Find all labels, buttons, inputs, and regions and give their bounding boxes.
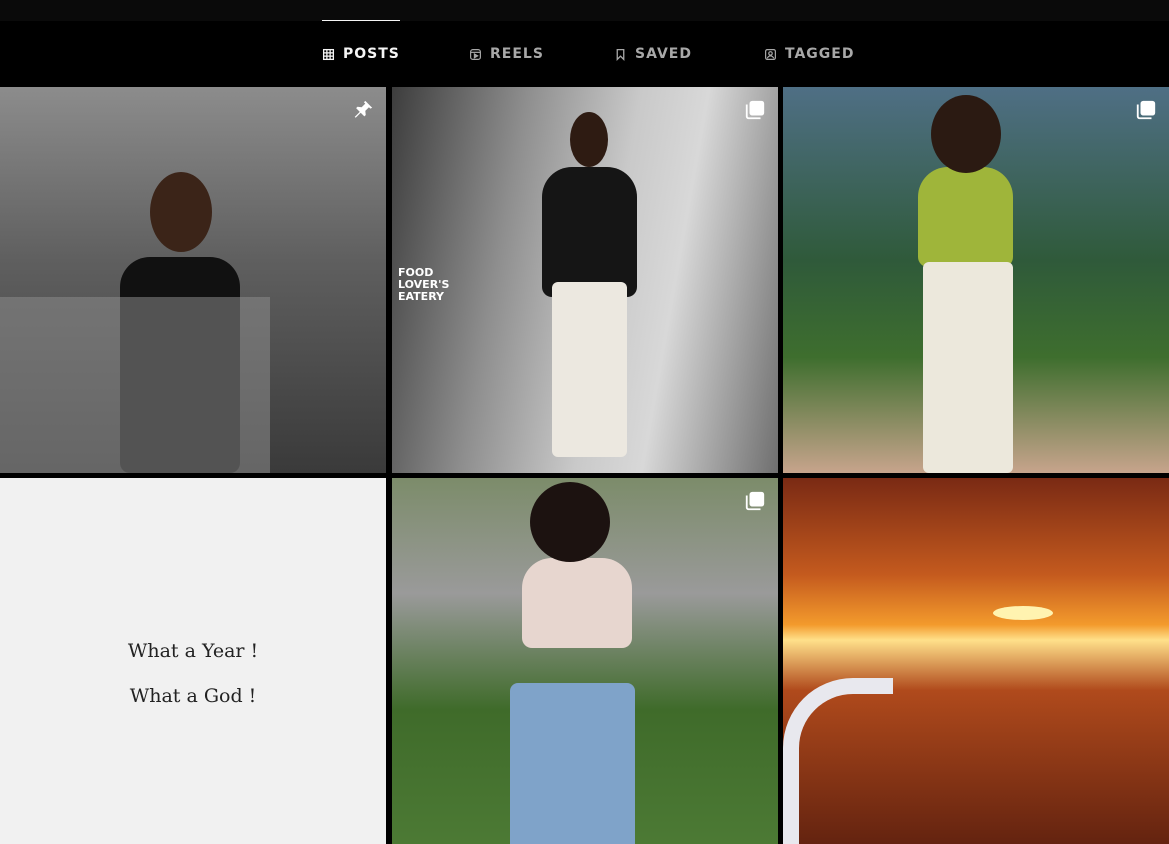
post-tile[interactable]	[392, 478, 778, 844]
photo-subject-head	[150, 172, 212, 252]
tab-saved-label: SAVED	[635, 46, 692, 62]
photo-sun	[993, 606, 1053, 620]
post-tile[interactable]	[783, 478, 1169, 844]
bookmark-icon	[614, 48, 627, 61]
reels-icon	[469, 48, 482, 61]
tab-posts-label: POSTS	[343, 46, 400, 62]
pin-icon	[352, 99, 374, 121]
grid-icon	[322, 48, 335, 61]
posts-grid: FOOD LOVER'S EATERY What a Year ! What a…	[0, 87, 1169, 844]
tab-reels[interactable]: REELS	[469, 21, 544, 87]
carousel-icon	[1135, 99, 1157, 121]
tab-tagged[interactable]: TAGGED	[764, 21, 854, 87]
tab-saved[interactable]: SAVED	[614, 21, 692, 87]
photo-sofa	[0, 297, 270, 473]
post-tile[interactable]	[0, 87, 386, 473]
quote-line: What a Year !	[127, 640, 259, 662]
post-tile[interactable]	[783, 87, 1169, 473]
carousel-icon	[744, 99, 766, 121]
storefront-sign: FOOD LOVER'S EATERY	[398, 266, 450, 303]
profile-tabs: POSTS REELS SAVED TAGGED	[0, 20, 1169, 87]
profile-header-edge	[0, 0, 1169, 22]
tab-posts[interactable]: POSTS	[322, 20, 400, 87]
post-tile[interactable]: FOOD LOVER'S EATERY	[392, 87, 778, 473]
photo-subject-head	[530, 482, 610, 562]
photo-railing	[783, 678, 893, 844]
photo-subject-head	[931, 95, 1001, 173]
photo-subject-jacket	[542, 167, 637, 297]
tab-tagged-label: TAGGED	[785, 46, 855, 62]
quote-line: What a God !	[129, 685, 257, 707]
tagged-user-icon	[764, 48, 777, 61]
carousel-icon	[744, 490, 766, 512]
photo-subject-pants	[552, 282, 627, 457]
photo-subject-top	[522, 558, 632, 648]
photo-subject-head	[570, 112, 608, 167]
photo-subject-pants	[923, 262, 1013, 473]
tab-reels-label: REELS	[490, 46, 544, 62]
photo-subject-top	[918, 167, 1013, 267]
post-tile[interactable]: What a Year ! What a God !	[0, 478, 386, 844]
photo-subject-jeans	[510, 683, 635, 844]
